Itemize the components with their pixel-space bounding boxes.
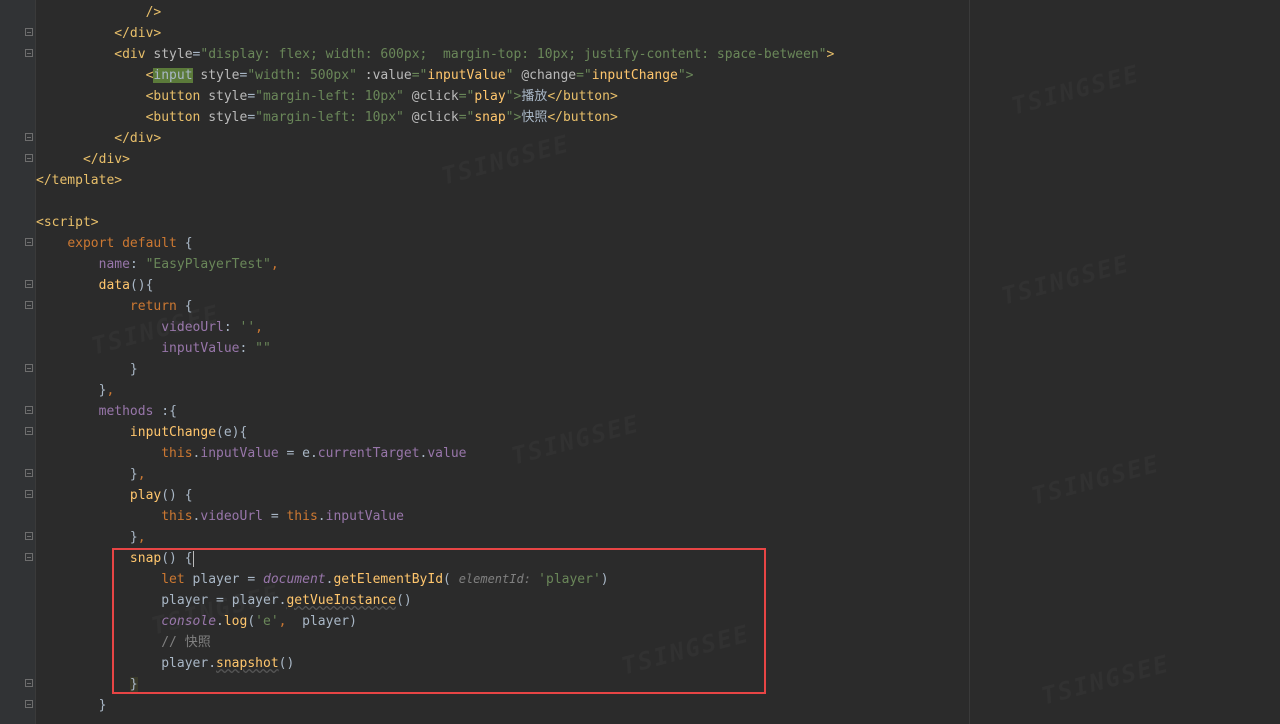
fold-marker[interactable] bbox=[25, 532, 33, 540]
fold-marker[interactable] bbox=[25, 490, 33, 498]
fold-marker[interactable] bbox=[25, 49, 33, 57]
editor-gutter bbox=[0, 0, 36, 724]
fold-marker[interactable] bbox=[25, 238, 33, 246]
fold-marker[interactable] bbox=[25, 700, 33, 708]
fold-marker[interactable] bbox=[25, 427, 33, 435]
fold-marker[interactable] bbox=[25, 154, 33, 162]
code-text: /> bbox=[36, 5, 161, 20]
fold-marker[interactable] bbox=[25, 679, 33, 687]
text-cursor bbox=[193, 551, 194, 567]
code-editor[interactable]: /> </div> <div style="display: flex; wid… bbox=[36, 0, 1280, 724]
fold-marker[interactable] bbox=[25, 133, 33, 141]
fold-marker[interactable] bbox=[25, 406, 33, 414]
fold-marker[interactable] bbox=[25, 301, 33, 309]
fold-marker[interactable] bbox=[25, 280, 33, 288]
fold-marker[interactable] bbox=[25, 28, 33, 36]
fold-marker[interactable] bbox=[25, 553, 33, 561]
fold-marker[interactable] bbox=[25, 364, 33, 372]
fold-marker[interactable] bbox=[25, 469, 33, 477]
